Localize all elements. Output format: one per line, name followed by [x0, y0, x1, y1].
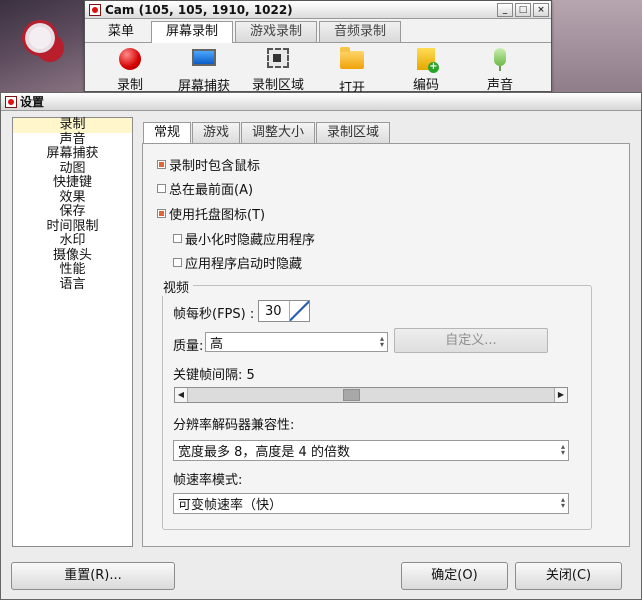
category-time-limit[interactable]: 时间限制	[13, 219, 132, 235]
desktop-wallpaper-right	[550, 0, 642, 92]
resolution-compat-dropdown[interactable]: 宽度最多 8，高度是 4 的倍数 ▴ ▾	[173, 440, 569, 461]
main-window: Cam (105, 105, 1910, 1022) _ □ × 菜单 屏幕录制…	[84, 0, 552, 96]
maximize-icon[interactable]: □	[515, 3, 531, 17]
tab-resize[interactable]: 调整大小	[241, 122, 316, 143]
tab-game-record[interactable]: 游戏录制	[235, 21, 318, 42]
slider-left-arrow-icon[interactable]: ◀	[175, 388, 188, 402]
sound-label: 声音	[486, 78, 513, 93]
category-sound[interactable]: 声音	[13, 132, 132, 148]
include-cursor-checkbox[interactable]	[157, 160, 166, 169]
settings-tabstrip: 常规 游戏 调整大小 录制区域	[143, 122, 391, 143]
hide-on-start-checkbox[interactable]	[173, 258, 182, 267]
settings-titlebar[interactable]: 设置	[1, 93, 641, 111]
quality-dropdown-arrow-icon[interactable]: ▴ ▾	[380, 335, 384, 349]
tab-screen-record[interactable]: 屏幕录制	[151, 21, 234, 43]
fps-value[interactable]: 30	[259, 304, 289, 319]
main-tabstrip: 菜单 屏幕录制 游戏录制 音频录制	[85, 21, 551, 43]
hide-on-start-option[interactable]: 应用程序启动时隐藏	[173, 253, 302, 272]
settings-app-icon	[5, 95, 17, 108]
encode-icon	[417, 48, 439, 73]
category-performance[interactable]: 性能	[13, 262, 132, 278]
record-region-label: 录制区域	[251, 78, 304, 93]
folder-icon	[340, 47, 364, 69]
always-on-top-label: 总在最前面(A)	[169, 183, 254, 198]
minimize-icon[interactable]: _	[497, 3, 513, 17]
encode-label: 编码	[412, 78, 439, 93]
category-hotkeys[interactable]: 快捷键	[13, 175, 132, 191]
include-cursor-label: 录制时包含鼠标	[169, 159, 261, 174]
tray-icon-label: 使用托盘图标(T)	[169, 208, 266, 223]
record-region-button[interactable]: 录制区域	[241, 43, 315, 93]
main-window-titlebar[interactable]: Cam (105, 105, 1910, 1022) _ □ ×	[85, 1, 551, 19]
record-button[interactable]: 录制	[93, 43, 167, 93]
fps-spinbox[interactable]: 30	[258, 300, 310, 322]
tab-game[interactable]: 游戏	[192, 122, 241, 143]
slider-right-arrow-icon[interactable]: ▶	[554, 388, 567, 402]
category-record[interactable]: 录制	[13, 117, 132, 133]
close-icon[interactable]: ×	[533, 3, 549, 17]
settings-title: 设置	[20, 95, 45, 109]
always-on-top-option[interactable]: 总在最前面(A)	[157, 179, 253, 198]
custom-quality-button[interactable]: 自定义...	[394, 328, 548, 353]
keyframe-interval-label: 关键帧间隔: 5	[173, 368, 255, 383]
slider-thumb[interactable]	[343, 389, 361, 401]
quality-value: 高	[210, 336, 224, 352]
hide-on-start-label: 应用程序启动时隐藏	[185, 257, 303, 272]
category-save[interactable]: 保存	[13, 204, 132, 220]
framerate-mode-label: 帧速率模式:	[173, 473, 243, 488]
always-on-top-checkbox[interactable]	[157, 184, 166, 193]
fps-label: 帧每秒(FPS) :	[173, 307, 255, 322]
framerate-mode-value: 可变帧速率（快）	[178, 498, 283, 513]
record-label: 录制	[116, 78, 143, 93]
reset-button[interactable]: 重置(R)...	[11, 562, 175, 590]
framerate-dropdown-arrow-icon[interactable]: ▴ ▾	[561, 496, 565, 510]
quality-dropdown[interactable]: 高 ▴ ▾	[205, 332, 388, 352]
video-group-title: 视频	[159, 277, 194, 296]
minimize-hide-label: 最小化时隐藏应用程序	[185, 233, 316, 248]
main-toolbar: 录制 屏幕捕获 录制区域 打开 编码 声音	[85, 43, 551, 96]
close-button[interactable]: 关闭(C)	[515, 562, 622, 590]
tab-general[interactable]: 常规	[143, 122, 192, 143]
quality-label: 质量:	[173, 339, 204, 354]
monitor-icon	[192, 49, 216, 66]
wallpaper-knot-ornament	[22, 20, 58, 56]
framerate-mode-dropdown[interactable]: 可变帧速率（快） ▴ ▾	[173, 493, 569, 514]
minimize-hide-option[interactable]: 最小化时隐藏应用程序	[173, 229, 315, 248]
category-watermark[interactable]: 水印	[13, 233, 132, 249]
fps-spin-arrows-icon[interactable]	[289, 301, 309, 321]
microphone-icon	[494, 48, 506, 71]
region-icon	[267, 48, 289, 68]
record-icon	[119, 48, 141, 70]
tab-record-region[interactable]: 录制区域	[316, 122, 391, 143]
category-webcam[interactable]: 摄像头	[13, 248, 132, 264]
main-window-title: Cam (105, 105, 1910, 1022)	[105, 2, 293, 17]
tab-audio-record[interactable]: 音频录制	[319, 21, 402, 42]
sound-button[interactable]: 声音	[463, 43, 537, 93]
category-screen-capture[interactable]: 屏幕捕获	[13, 146, 132, 162]
category-effects[interactable]: 效果	[13, 190, 132, 206]
desktop-wallpaper	[0, 0, 88, 92]
tray-icon-option[interactable]: 使用托盘图标(T)	[157, 204, 265, 223]
tab-menu[interactable]: 菜单	[93, 21, 149, 42]
include-cursor-option[interactable]: 录制时包含鼠标	[157, 155, 260, 174]
resolution-compat-value: 宽度最多 8，高度是 4 的倍数	[178, 445, 350, 460]
resolution-dropdown-arrow-icon[interactable]: ▴ ▾	[561, 443, 565, 457]
category-gif[interactable]: 动图	[13, 161, 132, 177]
category-language[interactable]: 语言	[13, 277, 132, 293]
ok-button[interactable]: 确定(O)	[401, 562, 508, 590]
resolution-compat-label: 分辨率解码器兼容性:	[173, 418, 295, 433]
category-list: 录制 声音 屏幕捕获 动图 快捷键 效果 保存 时间限制 水印 摄像头 性能 语…	[12, 117, 133, 547]
screen-capture-button[interactable]: 屏幕捕获	[167, 43, 241, 94]
keyframe-interval-slider[interactable]: ◀ ▶	[174, 387, 568, 403]
app-icon	[89, 3, 101, 16]
open-button[interactable]: 打开	[315, 43, 389, 96]
encode-button[interactable]: 编码	[389, 43, 463, 93]
minimize-hide-checkbox[interactable]	[173, 234, 182, 243]
tray-icon-checkbox[interactable]	[157, 209, 166, 218]
